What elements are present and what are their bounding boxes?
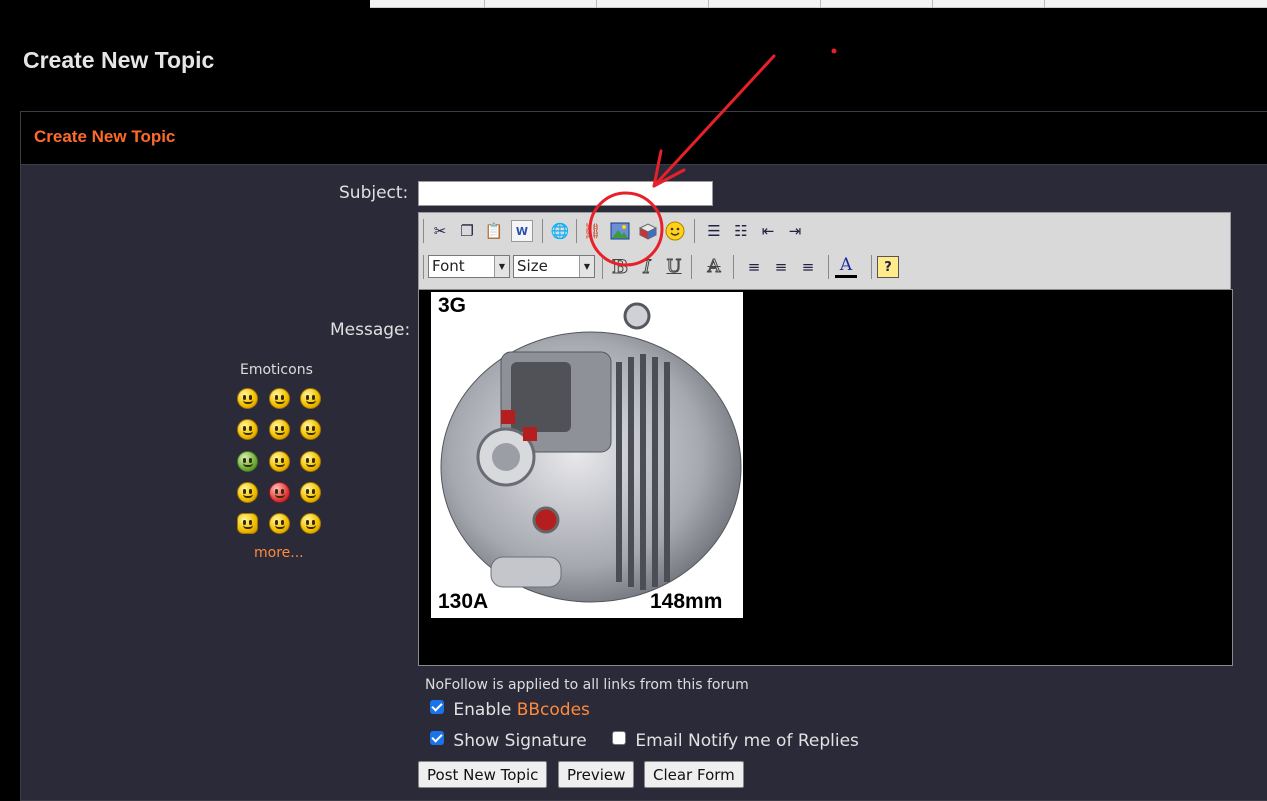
annotation-dot xyxy=(831,48,837,54)
align-right-icon[interactable]: ≡ xyxy=(797,256,819,278)
enable-bbcodes-checkbox[interactable] xyxy=(430,700,444,714)
emoticon-crying-icon[interactable] xyxy=(237,482,258,503)
tab-separator xyxy=(484,0,485,8)
show-signature-label: Show Signature xyxy=(453,731,587,751)
italic-icon[interactable]: I xyxy=(636,256,658,278)
show-signature-option: Show Signature xyxy=(430,731,587,751)
indent-icon[interactable]: ⇥ xyxy=(784,220,806,242)
enable-bbcodes-option: Enable BBcodes xyxy=(430,700,590,720)
emoticon-neutral-icon[interactable] xyxy=(300,513,321,534)
tab-separator xyxy=(1044,0,1045,8)
emoticon-angry-icon[interactable] xyxy=(269,482,290,503)
alternator-illustration xyxy=(440,302,742,603)
emoticon-smile-icon[interactable] xyxy=(237,388,258,409)
browser-tab-strip xyxy=(370,0,1267,8)
emoticon-blush-icon[interactable] xyxy=(300,419,321,440)
emoticon-star-icon[interactable] xyxy=(237,513,258,534)
unordered-list-icon[interactable]: ☷ xyxy=(730,220,752,242)
more-emoticons-link[interactable]: more... xyxy=(254,545,304,561)
subject-input[interactable] xyxy=(418,181,713,206)
subject-label: Subject: xyxy=(339,183,409,203)
font-select[interactable]: Font ▼ xyxy=(428,255,510,278)
enable-bbcodes-label: Enable xyxy=(453,700,512,720)
font-select-value: Font xyxy=(432,257,465,275)
panel-header-title: Create New Topic xyxy=(34,127,176,146)
emoticon-shocked-icon[interactable] xyxy=(269,451,290,472)
paste-icon[interactable]: 📋 xyxy=(483,220,505,242)
paste-word-icon[interactable]: W xyxy=(511,220,533,242)
insert-image-icon[interactable] xyxy=(609,220,631,242)
size-select-value: Size xyxy=(517,257,548,275)
cut-icon[interactable]: ✂ xyxy=(429,220,451,242)
email-notify-label: Email Notify me of Replies xyxy=(635,731,859,751)
emoticon-big-smile-icon[interactable] xyxy=(269,388,290,409)
preview-button[interactable]: Preview xyxy=(558,761,635,788)
toolbar-separator xyxy=(694,219,695,243)
show-signature-checkbox[interactable] xyxy=(430,731,444,745)
chevron-down-icon: ▼ xyxy=(494,256,509,277)
emoticon-wink-icon[interactable] xyxy=(300,388,321,409)
toolbar-separator xyxy=(871,255,872,279)
emoticon-surprised-icon[interactable] xyxy=(269,513,290,534)
toolbar-separator xyxy=(602,255,603,279)
alternator-image: 3G 130A 148mm xyxy=(431,292,743,618)
toolbar-separator xyxy=(576,219,577,243)
emoticon-confused-icon[interactable] xyxy=(237,419,258,440)
bold-icon[interactable]: B xyxy=(609,256,631,278)
toolbar-separator xyxy=(423,255,424,279)
page-title: Create New Topic xyxy=(23,47,215,73)
align-left-icon[interactable]: ≡ xyxy=(743,256,765,278)
strikethrough-icon[interactable]: A xyxy=(703,256,725,278)
tab-separator xyxy=(596,0,597,8)
unlink-icon[interactable]: ⛓ xyxy=(581,220,603,242)
help-icon[interactable]: ? xyxy=(877,256,899,278)
toolbar-separator xyxy=(828,255,829,279)
image-label-amperage: 130A xyxy=(438,590,489,613)
tab-separator xyxy=(708,0,709,8)
nofollow-notice: NoFollow is applied to all links from th… xyxy=(425,677,749,693)
clear-form-button[interactable]: Clear Form xyxy=(644,761,744,788)
toolbar-separator xyxy=(423,219,424,243)
emoticons-title: Emoticons xyxy=(240,362,313,378)
post-new-topic-button[interactable]: Post New Topic xyxy=(418,761,548,788)
underline-icon[interactable]: U xyxy=(663,256,685,278)
panel-header: Create New Topic xyxy=(21,112,1267,165)
tab-separator xyxy=(932,0,933,8)
email-notify-option: Email Notify me of Replies xyxy=(612,731,859,751)
toolbar-separator xyxy=(691,255,692,279)
ordered-list-icon[interactable]: ☰ xyxy=(703,220,725,242)
emoticon-laugh-icon[interactable] xyxy=(269,419,290,440)
size-select[interactable]: Size ▼ xyxy=(513,255,595,278)
tab-separator xyxy=(820,0,821,8)
copy-icon[interactable]: ❐ xyxy=(456,220,478,242)
text-color-icon[interactable]: A xyxy=(835,256,857,278)
email-notify-checkbox[interactable] xyxy=(612,731,626,745)
emoticon-icon[interactable] xyxy=(664,220,686,242)
insert-flash-icon[interactable] xyxy=(637,220,659,242)
toolbar-separator xyxy=(542,219,543,243)
toolbar-separator xyxy=(733,255,734,279)
emoticon-sad-icon[interactable] xyxy=(300,451,321,472)
emoticon-sick-icon[interactable] xyxy=(237,451,258,472)
outdent-icon[interactable]: ⇤ xyxy=(757,220,779,242)
image-label-generation: 3G xyxy=(438,294,467,317)
insert-link-icon[interactable]: 🌐 xyxy=(549,220,571,242)
editor-toolbar: ✂ ❐ 📋 W 🌐 ⛓ ☰ ☷ ⇤ ⇥ Font ▼ Size ▼ B I U … xyxy=(418,212,1231,290)
emoticon-frown-icon[interactable] xyxy=(300,482,321,503)
message-label: Message: xyxy=(330,320,411,340)
chevron-down-icon: ▼ xyxy=(579,256,594,277)
align-center-icon[interactable]: ≡ xyxy=(770,256,792,278)
bbcodes-link[interactable]: BBcodes xyxy=(517,700,590,720)
image-label-size: 148mm xyxy=(650,590,723,613)
